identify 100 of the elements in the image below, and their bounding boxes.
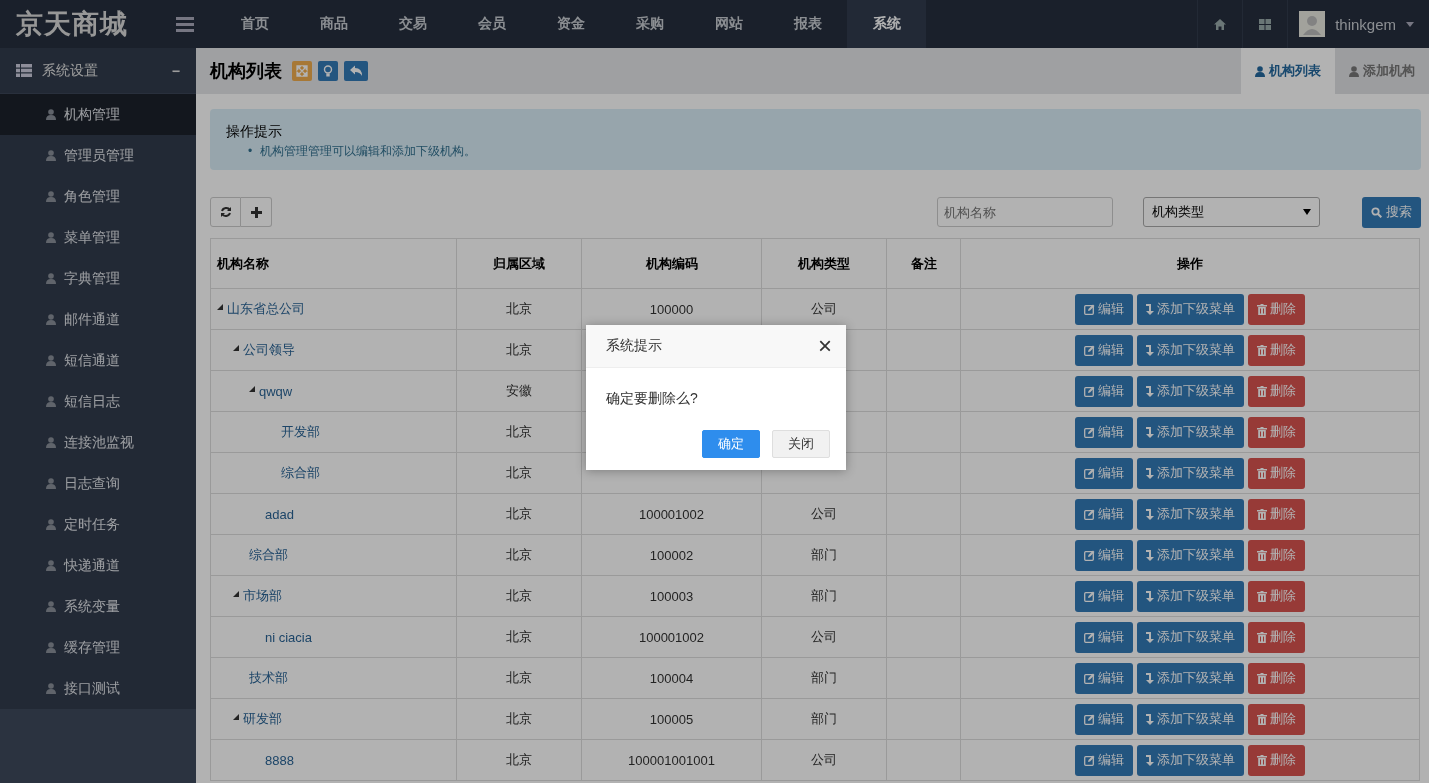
- edit-button[interactable]: 编辑: [1075, 416, 1133, 448]
- edit-button[interactable]: 编辑: [1075, 334, 1133, 366]
- nav-tab[interactable]: 资金: [531, 0, 610, 48]
- edit-button[interactable]: 编辑: [1075, 744, 1133, 776]
- delete-button[interactable]: 删除: [1248, 293, 1305, 325]
- add-child-button[interactable]: 添加下级菜单: [1137, 580, 1244, 612]
- nav-tab[interactable]: 商品: [294, 0, 373, 48]
- grid-icon[interactable]: [1259, 18, 1272, 30]
- add-child-button[interactable]: 添加下级菜单: [1137, 293, 1244, 325]
- expand-toggle-icon[interactable]: [217, 303, 223, 310]
- edit-icon: [1084, 754, 1095, 766]
- trash-icon: [1257, 467, 1267, 479]
- sidebar-item[interactable]: 菜单管理: [0, 217, 196, 258]
- edit-button[interactable]: 编辑: [1075, 293, 1133, 325]
- edit-button[interactable]: 编辑: [1075, 457, 1133, 489]
- caret-icon[interactable]: [1406, 21, 1414, 27]
- sidebar-item[interactable]: 角色管理: [0, 176, 196, 217]
- add-child-button[interactable]: 添加下级菜单: [1137, 457, 1244, 489]
- page-tab[interactable]: 机构列表: [1241, 48, 1335, 94]
- nav-tab[interactable]: 首页: [215, 0, 294, 48]
- add-child-button[interactable]: 添加下级菜单: [1137, 375, 1244, 407]
- sidebar-item[interactable]: 邮件通道: [0, 299, 196, 340]
- sidebar-item[interactable]: 定时任务: [0, 504, 196, 545]
- avatar-icon[interactable]: [1299, 11, 1326, 37]
- org-name-link[interactable]: 综合部: [249, 546, 288, 564]
- nav-tab[interactable]: 采购: [610, 0, 689, 48]
- org-name-link[interactable]: 研发部: [243, 710, 282, 728]
- menu-icon[interactable]: [176, 16, 194, 32]
- delete-button[interactable]: 删除: [1248, 662, 1305, 694]
- refresh-button[interactable]: [210, 197, 241, 227]
- edit-button[interactable]: 编辑: [1075, 539, 1133, 571]
- org-name-link[interactable]: qwqw: [259, 383, 293, 399]
- type-select[interactable]: 机构类型: [1143, 197, 1320, 227]
- delete-button[interactable]: 删除: [1248, 580, 1305, 612]
- add-child-button[interactable]: 添加下级菜单: [1137, 498, 1244, 530]
- confirm-button[interactable]: 确定: [702, 430, 760, 458]
- add-child-button[interactable]: 添加下级菜单: [1137, 703, 1244, 735]
- home-icon[interactable]: [1214, 18, 1227, 30]
- expand-toggle-icon[interactable]: [233, 590, 239, 597]
- sidebar-item[interactable]: 连接池监视: [0, 422, 196, 463]
- sidebar-item[interactable]: 管理员管理: [0, 135, 196, 176]
- delete-button[interactable]: 删除: [1248, 416, 1305, 448]
- expand-toggle-icon[interactable]: [233, 344, 239, 351]
- sidebar-item[interactable]: 快递通道: [0, 545, 196, 586]
- close-dialog-button[interactable]: 关闭: [772, 430, 830, 458]
- expand-toggle-icon[interactable]: [233, 713, 239, 720]
- delete-button[interactable]: 删除: [1248, 498, 1305, 530]
- add-child-button[interactable]: 添加下级菜单: [1137, 334, 1244, 366]
- delete-button[interactable]: 删除: [1248, 744, 1305, 776]
- edit-button[interactable]: 编辑: [1075, 621, 1133, 653]
- org-name-link[interactable]: 8888: [265, 752, 294, 768]
- add-child-button[interactable]: 添加下级菜单: [1137, 662, 1244, 694]
- org-name-link[interactable]: 综合部: [281, 464, 320, 482]
- add-child-button[interactable]: 添加下级菜单: [1137, 744, 1244, 776]
- sidebar-item[interactable]: 系统变量: [0, 586, 196, 627]
- add-child-button[interactable]: 添加下级菜单: [1137, 621, 1244, 653]
- collapse-toggle[interactable]: −: [171, 62, 180, 79]
- delete-button[interactable]: 删除: [1248, 621, 1305, 653]
- user-menu[interactable]: thinkgem: [1335, 15, 1396, 33]
- table-cell: 部门: [761, 657, 887, 699]
- name-search-field[interactable]: 机构名称: [937, 197, 1113, 227]
- edit-icon: [1084, 303, 1095, 315]
- org-name-link[interactable]: ni ciacia: [265, 629, 312, 645]
- delete-button[interactable]: 删除: [1248, 334, 1305, 366]
- sidebar-item[interactable]: 短信通道: [0, 340, 196, 381]
- org-name-link[interactable]: 开发部: [281, 423, 320, 441]
- org-name-link[interactable]: adad: [265, 506, 294, 522]
- org-name-link[interactable]: 技术部: [249, 669, 288, 687]
- nav-tab[interactable]: 报表: [768, 0, 847, 48]
- nav-tab[interactable]: 系统: [847, 0, 926, 48]
- org-name-link[interactable]: 山东省总公司: [227, 300, 305, 318]
- sidebar-item[interactable]: 字典管理: [0, 258, 196, 299]
- add-child-button[interactable]: 添加下级菜单: [1137, 539, 1244, 571]
- lightbulb-icon[interactable]: [318, 61, 338, 81]
- sidebar-item[interactable]: 缓存管理: [0, 627, 196, 668]
- sidebar-item[interactable]: 机构管理: [0, 94, 196, 135]
- delete-button[interactable]: 删除: [1248, 457, 1305, 489]
- edit-button[interactable]: 编辑: [1075, 703, 1133, 735]
- sidebar-item[interactable]: 接口测试: [0, 668, 196, 709]
- edit-button[interactable]: 编辑: [1075, 375, 1133, 407]
- nav-tab[interactable]: 交易: [373, 0, 452, 48]
- add-child-button[interactable]: 添加下级菜单: [1137, 416, 1244, 448]
- delete-button[interactable]: 删除: [1248, 375, 1305, 407]
- sidebar-item[interactable]: 日志查询: [0, 463, 196, 504]
- close-button[interactable]: ×: [816, 334, 834, 358]
- search-button[interactable]: 搜索: [1362, 196, 1421, 228]
- expand-toggle-icon[interactable]: [249, 385, 255, 392]
- edit-button[interactable]: 编辑: [1075, 580, 1133, 612]
- delete-button[interactable]: 删除: [1248, 539, 1305, 571]
- sidebar-item[interactable]: 短信日志: [0, 381, 196, 422]
- edit-button[interactable]: 编辑: [1075, 498, 1133, 530]
- reply-icon[interactable]: [344, 61, 368, 81]
- nav-tab[interactable]: 网站: [689, 0, 768, 48]
- add-button[interactable]: [241, 197, 272, 227]
- edit-button[interactable]: 编辑: [1075, 662, 1133, 694]
- org-name-link[interactable]: 公司领导: [243, 341, 295, 359]
- delete-button[interactable]: 删除: [1248, 703, 1305, 735]
- nav-tab[interactable]: 会员: [452, 0, 531, 48]
- bullet: •: [248, 143, 253, 160]
- org-name-link[interactable]: 市场部: [243, 587, 282, 605]
